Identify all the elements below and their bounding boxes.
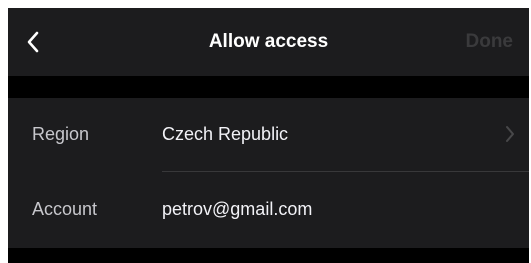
done-button[interactable]: Done	[466, 28, 514, 56]
region-row[interactable]: Region Czech Republic	[8, 98, 529, 170]
app-screen: Allow access Done Region Czech Republic …	[8, 8, 529, 263]
region-label: Region	[32, 124, 90, 144]
account-label: Account	[32, 199, 98, 219]
page-title: Allow access	[208, 31, 329, 52]
account-value: petrov@gmail.com	[162, 199, 313, 219]
chevron-right-icon	[505, 125, 515, 143]
settings-list: Region Czech Republic Account petrov@gma…	[8, 98, 529, 248]
region-value: Czech Republic	[162, 124, 289, 144]
bottom-area	[8, 248, 529, 263]
section-gap	[8, 76, 529, 98]
row-separator	[162, 171, 529, 172]
navigation-bar: Allow access Done	[8, 8, 529, 76]
account-row: Account petrov@gmail.com	[8, 173, 529, 245]
